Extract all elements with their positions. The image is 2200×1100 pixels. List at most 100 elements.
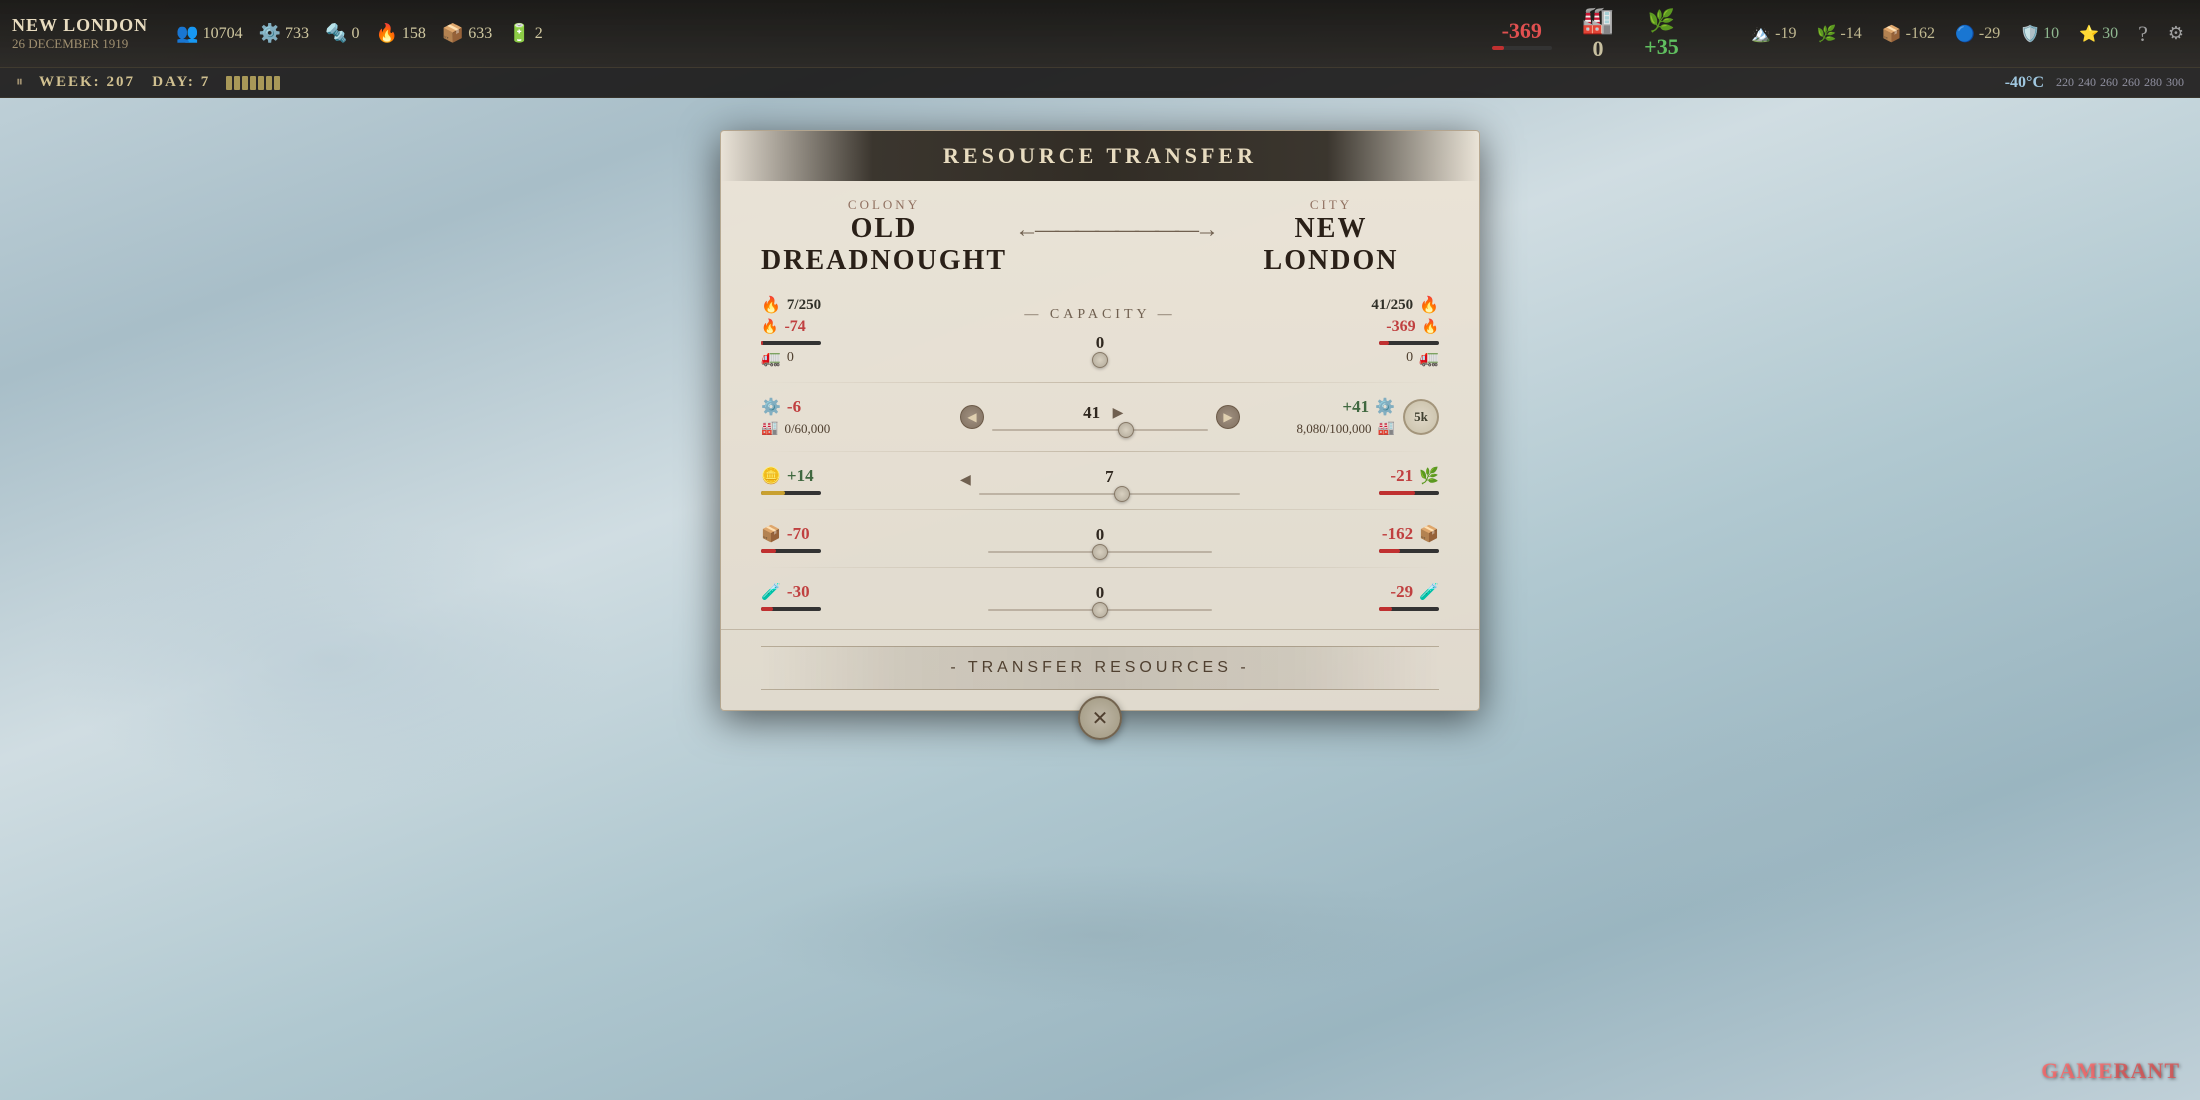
nature-icon: 🌿	[1817, 24, 1837, 44]
medicine-slider-thumb[interactable]	[1092, 602, 1108, 618]
medicine-right: -29 🧪	[1240, 582, 1439, 611]
week-label: WEEK: 207 DAY: 7	[39, 74, 210, 91]
divider-1	[761, 382, 1439, 383]
materials-slider-value: 0	[1085, 525, 1115, 545]
day-seg-3	[242, 76, 248, 90]
box-icon: 📦	[1882, 24, 1902, 44]
close-button[interactable]: ✕	[1078, 696, 1122, 740]
medicine-bar-left	[761, 607, 821, 611]
worker-icon: 🔩	[325, 23, 347, 44]
heat-storage-left-val: 0	[787, 350, 794, 366]
cart-icon-right: 🚛	[1419, 348, 1439, 368]
steam-slider-prev[interactable]: ◀	[960, 405, 984, 429]
divider-2	[761, 451, 1439, 452]
heat-bar-left-fill	[761, 341, 763, 345]
hud-center: -369 🏭 0 🌿 +35	[1435, 6, 1735, 62]
hud-terrain-value: -19	[1775, 25, 1796, 43]
shield-icon: 🛡️	[2020, 24, 2040, 44]
city-label: CITY	[1223, 197, 1439, 213]
city-info: CITY NEW LONDON	[1223, 197, 1439, 277]
steam-slider-track[interactable]	[992, 429, 1208, 431]
medicine-bar-left-fill	[761, 607, 773, 611]
day-seg-6	[266, 76, 272, 90]
medicine-rate-left: 🧪 -30	[761, 582, 810, 602]
hud-heat-main: -369	[1492, 18, 1552, 50]
hud-res-workers: 🔩 0	[325, 23, 359, 44]
heat-slider-thumb[interactable]	[1092, 352, 1108, 368]
hud-nature-value: -14	[1840, 25, 1861, 43]
day-seg-7	[274, 76, 280, 90]
colony-info: COLONY OLD DREADNOUGHT	[761, 197, 1007, 277]
materials-bar-right	[1379, 549, 1439, 553]
hud-heat-bar-fill	[1492, 46, 1504, 50]
materials-row: 📦 -70 0 -162 📦	[721, 514, 1479, 563]
materials-bar-right-fill	[1379, 549, 1400, 553]
materials-slider-thumb[interactable]	[1092, 544, 1108, 560]
heat-storage-left: 🚛 0	[761, 348, 794, 368]
food-slider-arrow-left: ◀	[960, 472, 971, 489]
food-slider-track[interactable]	[979, 493, 1240, 495]
pause-icon[interactable]: ⏸	[16, 75, 23, 91]
transfer-resources-button[interactable]: - TRANSFER RESOURCES -	[761, 646, 1439, 690]
day-seg-2	[234, 76, 240, 90]
heat-slider-track[interactable]	[1099, 359, 1101, 361]
day-seg-1	[226, 76, 232, 90]
food-slider-thumb[interactable]	[1114, 486, 1130, 502]
steam-slider-value-row: 41 ▶	[1077, 403, 1124, 423]
heat-icon-right: 🔥	[1419, 295, 1439, 315]
temperature-value: -40°C	[2005, 74, 2044, 92]
day-progress-bars	[226, 76, 280, 90]
location-header: COLONY OLD DREADNOUGHT ←————————→ CITY N…	[721, 181, 1479, 285]
materials-slider-track[interactable]	[988, 551, 1212, 553]
heat-bar-left	[761, 341, 821, 345]
medicine-slider-track[interactable]	[988, 609, 1212, 611]
heat-rate-right: -369 🔥	[1386, 318, 1439, 336]
help-button[interactable]: ?	[2138, 21, 2148, 47]
hud-shield: 🛡️ 10	[2020, 24, 2059, 44]
food-rate-left: 🪙 +14	[761, 466, 814, 486]
food-slider-inner: 7	[979, 467, 1240, 495]
materials-rate-right-val: -162	[1382, 524, 1413, 544]
work-icon: 🏭	[1582, 6, 1614, 36]
hud-box-value: -162	[1906, 25, 1935, 43]
hud-heat-value: 158	[402, 25, 426, 43]
materials-rate-right: -162 📦	[1382, 524, 1439, 544]
food-slider-value: 7	[1094, 467, 1124, 487]
heat-icon-left: 🔥	[761, 295, 781, 315]
medicine-slider-value: 0	[1085, 583, 1115, 603]
steam-slider-thumb[interactable]	[1118, 422, 1134, 438]
hud-food-main-value: +35	[1644, 34, 1679, 60]
hud-terrain: 🏔️ -19	[1751, 24, 1796, 44]
terrain-icon: 🏔️	[1751, 24, 1771, 44]
hud-resources-left: 👥 10704 ⚙️ 733 🔩 0 🔥 158 📦 633 🔋 2	[160, 23, 1435, 44]
medicine-small-icon: 🔋	[508, 23, 530, 44]
heat-capacity-right: 41/250 🔥	[1371, 295, 1439, 315]
transfer-btn-label: - TRANSFER RESOURCES -	[950, 659, 1249, 676]
food-icon: 🌿	[1648, 8, 1675, 34]
steam-slider-value: 41	[1077, 403, 1107, 423]
materials-bar-left	[761, 549, 821, 553]
hud-nature: 🌿 -14	[1817, 24, 1862, 44]
steam-slider-inner: 41 ▶	[992, 403, 1208, 431]
temp-section: -40°C 220 240 260 260 280 300	[2005, 74, 2184, 92]
steam-slider-next[interactable]: ▶	[1216, 405, 1240, 429]
badge-5k[interactable]: 5k	[1403, 399, 1439, 435]
transfer-arrow: ←————————→	[1007, 197, 1223, 244]
cart-icon-left: 🚛	[761, 348, 781, 368]
food-bar-right-fill	[1379, 491, 1415, 495]
materials-bar-left-fill	[761, 549, 776, 553]
top-hud: NEW LONDON 26 DECEMBER 1919 👥 10704 ⚙️ 7…	[0, 0, 2200, 68]
steam-storage-right-val: 8,080/100,000	[1296, 421, 1371, 437]
star-icon: ⭐	[2079, 24, 2099, 44]
divider-4	[761, 567, 1439, 568]
heat-capacity-left: 🔥 7/250	[761, 295, 821, 315]
steam-rate-right-val: +41	[1342, 397, 1369, 417]
settings-button[interactable]: ⚙	[2168, 23, 2184, 44]
heat-center: — CAPACITY — 0	[960, 303, 1240, 361]
steam-left: ⚙️ -6 🏭 0/60,000	[761, 397, 960, 437]
vial-icon-left: 🧪	[761, 582, 781, 602]
storage-icon-left: 🏭	[761, 420, 778, 437]
steam-center: ◀ 41 ▶ ▶	[960, 399, 1240, 435]
heat-rate-right-val: -369	[1386, 318, 1415, 336]
food-coin-icon: 🪙	[761, 466, 781, 486]
